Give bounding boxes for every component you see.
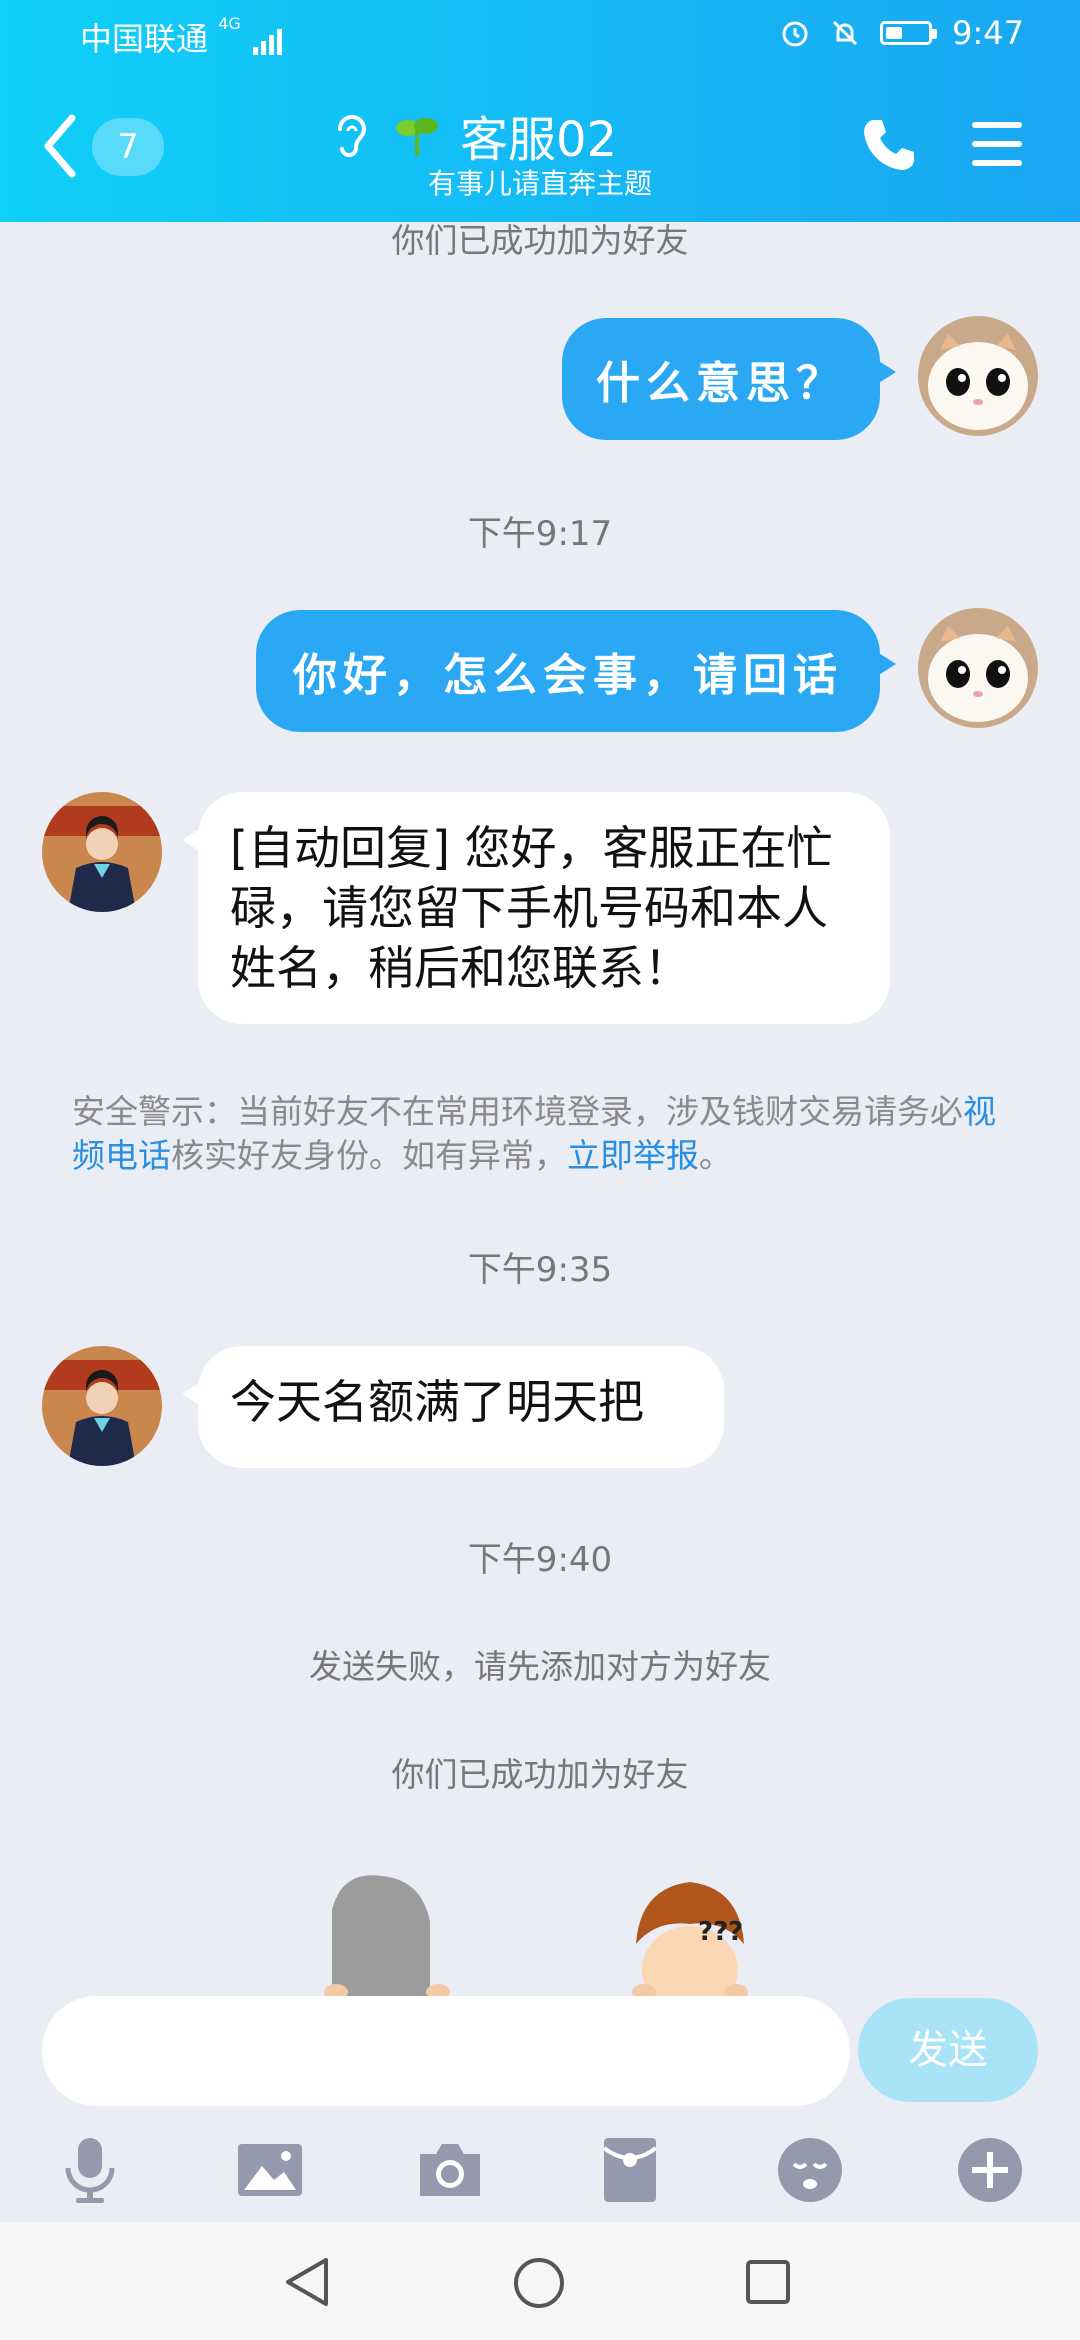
system-message: 你们已成功加为好友 [391,221,689,260]
plus-icon[interactable] [954,2134,1026,2206]
security-warning: 安全警示：当前好友不在常用环境登录，涉及钱财交易请务必视频电话核实好友身份。如有… [72,1090,1022,1178]
hearing-icon[interactable] [330,107,374,163]
system-navigation-bar [0,2222,1080,2340]
outgoing-message[interactable]: 什么意思？ [562,318,896,440]
svg-text:???: ??? [698,1917,743,1947]
red-packet-icon[interactable] [594,2134,666,2206]
nav-recents-icon[interactable] [744,2258,792,2306]
phone-icon[interactable] [860,116,918,174]
microphone-icon[interactable] [54,2134,126,2206]
sticker-grey-character[interactable] [312,1870,452,1996]
emoji-icon[interactable] [774,2134,846,2206]
system-message: 发送失败，请先添加对方为好友 [309,1647,771,1686]
grey-character-image [324,1875,450,1996]
camera-icon[interactable] [414,2134,486,2206]
chat-subtitle: 有事儿请直奔主题 [427,167,652,200]
timestamp: 下午9:17 [467,514,613,554]
agent-avatar-image [42,792,162,912]
carrier-label: 中国联通 [80,20,209,58]
menu-icon[interactable] [970,118,1024,170]
report-link[interactable]: 立即举报 [567,1136,699,1175]
system-message: 你们已成功加为好友 [391,1755,689,1794]
status-bar-right: 9:47 [780,14,1024,52]
timestamp: 下午9:40 [467,1540,613,1580]
send-button[interactable]: 发送 [858,1998,1038,2102]
network-label: 4G [218,14,241,33]
incoming-message[interactable]: [自动回复] 您好，客服正在忙碌，请您留下手机号码和本人姓名，稍后和您联系！ [182,792,890,1024]
signal-icon [252,29,282,55]
message-input[interactable] [42,1996,850,2106]
cat-avatar-image [918,608,1038,728]
timestamp: 下午9:35 [467,1250,613,1290]
agent-avatar-image [42,1346,162,1466]
chat-title-group[interactable]: 客服02 [330,100,617,170]
battery-icon [880,21,938,45]
contact-avatar[interactable] [42,792,162,912]
warning-middle: 核实好友身份。如有异常， [171,1136,567,1175]
chat-header: 中国联通 4G 9:47 7 客服02 有事儿请直奔主题 [0,0,1080,222]
nav-home-icon[interactable] [512,2256,566,2310]
chat-title: 客服02 [460,112,618,168]
alarm-icon [782,21,808,47]
sprout-icon [396,118,438,156]
warning-prefix: 安全警示：当前好友不在常用环境登录，涉及钱财交易请务必 [72,1092,963,1131]
warning-suffix: 。 [699,1136,732,1175]
cat-avatar-image [918,316,1038,436]
my-avatar[interactable] [918,316,1038,436]
image-icon[interactable] [234,2134,306,2206]
nav-back-icon[interactable] [282,2256,332,2308]
sticker-confused-boy[interactable]: ??? [620,1870,760,1996]
status-bar-left: 中国联通 4G [80,14,287,60]
my-avatar[interactable] [918,608,1038,728]
outgoing-message[interactable]: 你好，怎么会事，请回话 [256,610,896,732]
clock: 9:47 [952,14,1024,52]
confused-boy-image: ??? [632,1882,748,1996]
incoming-message[interactable]: 今天名额满了明天把 [182,1346,724,1468]
mute-bell-icon [833,20,858,46]
contact-avatar[interactable] [42,1346,162,1466]
